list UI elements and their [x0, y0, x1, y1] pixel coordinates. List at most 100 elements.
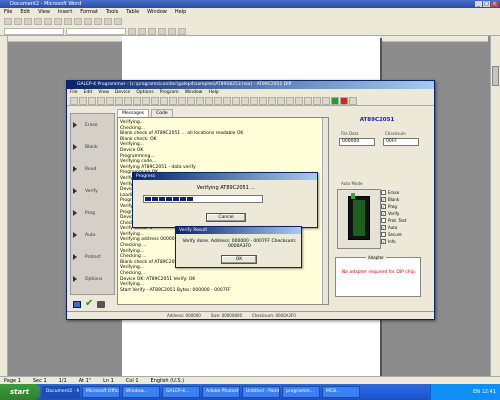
menu-help[interactable]: Help	[175, 8, 186, 16]
function-erase[interactable]: Erase	[71, 114, 114, 136]
bold-icon[interactable]	[128, 27, 136, 35]
app-menu-file[interactable]: File	[70, 89, 78, 96]
keyboard-icon[interactable]	[268, 96, 276, 105]
device-list-icon[interactable]	[223, 96, 231, 105]
info-icon[interactable]	[187, 96, 195, 105]
style-select[interactable]	[4, 27, 64, 35]
spell-icon[interactable]	[54, 17, 62, 25]
taskbar-button[interactable]: Document2 - Micr...	[42, 386, 80, 398]
config-icon[interactable]	[169, 96, 177, 105]
app-menu-options[interactable]: Options	[136, 89, 153, 96]
new-icon[interactable]	[4, 17, 12, 25]
script-icon[interactable]	[286, 96, 294, 105]
scroll-thumb[interactable]	[492, 66, 499, 86]
options-icon[interactable]	[205, 96, 213, 105]
option-item[interactable]: ✓ Verify	[381, 210, 421, 217]
checkbox[interactable]: ✓	[381, 239, 386, 244]
option-item[interactable]: ✓ Blank	[381, 196, 421, 203]
erase-icon[interactable]	[133, 96, 141, 105]
program-icon[interactable]	[142, 96, 150, 105]
stop-icon[interactable]	[340, 96, 348, 105]
serial-icon[interactable]	[232, 96, 240, 105]
menu-view[interactable]: View	[38, 8, 50, 16]
taskbar-button[interactable]: Microsoft Office...	[82, 386, 120, 398]
redo-icon[interactable]	[104, 17, 112, 25]
open-file-icon[interactable]	[79, 96, 87, 105]
checkbox[interactable]: ✓	[381, 225, 386, 230]
window-icon[interactable]	[178, 96, 186, 105]
checkbox[interactable]	[381, 190, 386, 195]
menu-edit[interactable]: Edit	[20, 8, 30, 16]
cancel-button[interactable]: Cancel	[206, 213, 246, 222]
taskbar-button[interactable]: MCB...	[322, 386, 360, 398]
minimize-button[interactable]: _	[475, 1, 482, 7]
tab-messages[interactable]: Messages	[117, 109, 150, 117]
function-options[interactable]: Options	[71, 268, 114, 290]
save-file-icon[interactable]	[88, 96, 96, 105]
save-icon[interactable]	[24, 17, 32, 25]
function-blank[interactable]: Blank	[71, 136, 114, 158]
log-scrollbar[interactable]	[322, 118, 328, 304]
print-icon[interactable]	[97, 96, 105, 105]
checkbox[interactable]: ✓	[381, 204, 386, 209]
verify-icon[interactable]	[151, 96, 159, 105]
menu-format[interactable]: Format	[80, 8, 98, 16]
option-item[interactable]: Prot. Test	[381, 217, 421, 224]
checkbox[interactable]	[381, 218, 386, 223]
tools-icon[interactable]	[196, 96, 204, 105]
copy-icon[interactable]	[74, 17, 82, 25]
menu-file[interactable]: File	[4, 8, 12, 16]
underline-icon[interactable]	[148, 27, 156, 35]
protect-icon[interactable]	[277, 96, 285, 105]
align-left-icon[interactable]	[158, 27, 166, 35]
help-icon[interactable]	[250, 96, 258, 105]
table-icon[interactable]	[114, 17, 122, 25]
ok-button[interactable]: OK	[221, 255, 257, 264]
tab-code[interactable]: Code	[151, 109, 173, 117]
open-icon[interactable]	[14, 17, 22, 25]
edit-icon[interactable]	[160, 96, 168, 105]
app-menu-help[interactable]: Help	[208, 89, 218, 96]
taskbar-button[interactable]: Untitled - Paint	[242, 386, 280, 398]
option-item[interactable]: Secure	[381, 231, 421, 238]
checkbox[interactable]: ✓	[381, 197, 386, 202]
option-item[interactable]: ✓ Auto	[381, 224, 421, 231]
menu-window[interactable]: Window	[147, 8, 167, 16]
function-protect[interactable]: Protect	[71, 246, 114, 268]
align-center-icon[interactable]	[168, 27, 176, 35]
preview-icon[interactable]	[44, 17, 52, 25]
run-icon[interactable]	[331, 96, 339, 105]
next-icon[interactable]	[349, 96, 357, 105]
checksum-field[interactable]: 00FF	[383, 138, 419, 146]
close-button[interactable]: ×	[491, 1, 498, 7]
app-menu-program[interactable]: Program	[160, 89, 179, 96]
device-icon[interactable]	[106, 96, 114, 105]
taskbar-button[interactable]: Window...	[122, 386, 160, 398]
taskbar-button[interactable]: programm...	[282, 386, 320, 398]
italic-icon[interactable]	[138, 27, 146, 35]
file-data-field[interactable]: 000000	[339, 138, 375, 146]
maximize-button[interactable]: □	[483, 1, 490, 7]
cut-icon[interactable]	[64, 17, 72, 25]
font-select[interactable]	[66, 27, 126, 35]
undo-icon[interactable]	[94, 17, 102, 25]
app-menu-device[interactable]: Device	[115, 89, 130, 96]
new-file-icon[interactable]	[70, 96, 78, 105]
start-button[interactable]: start	[0, 384, 40, 400]
auto-icon[interactable]	[214, 96, 222, 105]
taskbar-button[interactable]: GALEP-4...	[162, 386, 200, 398]
about-icon[interactable]	[259, 96, 267, 105]
function-verify[interactable]: Verify	[71, 180, 114, 202]
vertical-scrollbar[interactable]	[490, 36, 500, 376]
blank-icon[interactable]	[124, 96, 132, 105]
function-read[interactable]: Read	[71, 158, 114, 180]
refresh-icon[interactable]	[322, 96, 330, 105]
taskbar-button[interactable]: Adobe Photoshop	[202, 386, 240, 398]
paste-icon[interactable]	[84, 17, 92, 25]
function-prog[interactable]: Prog	[71, 202, 114, 224]
print-icon[interactable]	[34, 17, 42, 25]
checkbox[interactable]: ✓	[381, 211, 386, 216]
app-menu-window[interactable]: Window	[185, 89, 203, 96]
app-menu-edit[interactable]: Edit	[84, 89, 93, 96]
file-compare-icon[interactable]	[295, 96, 303, 105]
